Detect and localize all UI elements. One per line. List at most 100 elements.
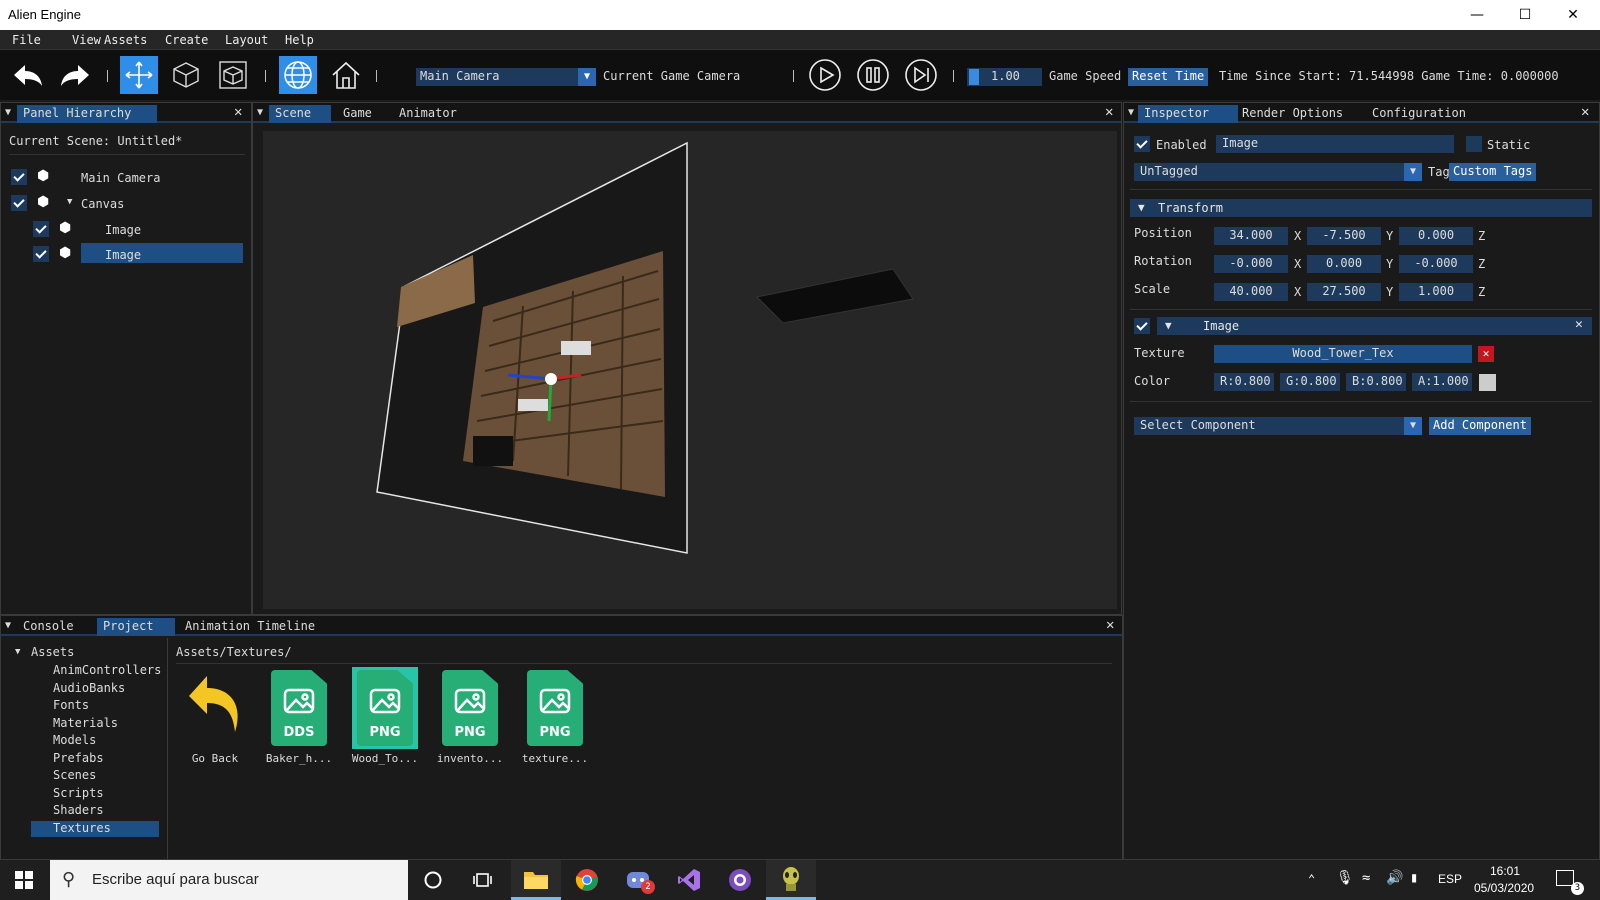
- tab-animation-timeline[interactable]: Animation Timeline: [179, 618, 321, 636]
- static-checkbox[interactable]: [1466, 136, 1482, 152]
- position-y-input[interactable]: -7.500: [1307, 227, 1381, 245]
- remove-component-icon[interactable]: ✕: [1575, 317, 1583, 332]
- close-icon[interactable]: ✕: [1105, 104, 1113, 120]
- hierarchy-item-selected[interactable]: Image: [105, 248, 141, 262]
- enable-checkbox[interactable]: [33, 221, 49, 237]
- folder-item[interactable]: AnimControllers: [53, 663, 161, 677]
- windows-start-icon[interactable]: [0, 860, 48, 900]
- home-icon[interactable]: [327, 56, 365, 94]
- show-hidden-icons-icon[interactable]: ⌃: [1308, 872, 1315, 886]
- close-icon[interactable]: ✕: [1106, 617, 1114, 633]
- position-z-input[interactable]: 0.000: [1399, 227, 1473, 245]
- rotation-z-input[interactable]: -0.000: [1399, 255, 1473, 273]
- alien-engine-icon[interactable]: [766, 860, 816, 900]
- go-back-item[interactable]: Go Back: [185, 670, 245, 765]
- folder-item[interactable]: Scripts: [53, 786, 104, 800]
- enable-checkbox[interactable]: [33, 246, 49, 262]
- language-indicator[interactable]: ESP: [1438, 872, 1462, 886]
- battery-icon[interactable]: ▮: [1410, 870, 1418, 886]
- clock-date[interactable]: 05/03/2020: [1474, 881, 1534, 895]
- microphone-icon[interactable]: 🎙: [1336, 870, 1354, 886]
- folder-item-selected[interactable]: Textures: [53, 821, 111, 835]
- custom-tags-button[interactable]: Custom Tags: [1449, 163, 1537, 181]
- menu-create[interactable]: Create: [165, 33, 208, 47]
- github-icon[interactable]: [715, 860, 765, 900]
- menu-help[interactable]: Help: [285, 33, 314, 47]
- image-component-header[interactable]: ▼ Image ✕: [1157, 317, 1592, 335]
- add-component-button[interactable]: Add Component: [1429, 417, 1531, 435]
- scale-y-input[interactable]: 27.500: [1307, 283, 1381, 301]
- enable-checkbox[interactable]: [11, 195, 27, 211]
- tab-console[interactable]: Console: [17, 618, 80, 636]
- tag-select[interactable]: UnTagged ▼: [1134, 163, 1422, 181]
- position-x-input[interactable]: 34.000: [1214, 227, 1288, 245]
- file-explorer-icon[interactable]: [511, 860, 561, 900]
- pause-icon[interactable]: [854, 56, 892, 94]
- scale-tool-icon[interactable]: [214, 56, 252, 94]
- hierarchy-item[interactable]: Canvas: [81, 197, 124, 211]
- minimize-button[interactable]: —: [1453, 0, 1501, 30]
- collapse-icon[interactable]: ▼: [1128, 107, 1134, 118]
- camera-combo[interactable]: Main Camera ▼: [416, 68, 596, 86]
- tab-panel-hierarchy[interactable]: Panel Hierarchy: [17, 105, 157, 123]
- asset-file-selected[interactable]: PNG Wood_To...: [352, 670, 418, 765]
- color-g-input[interactable]: G:0.800: [1280, 373, 1340, 391]
- color-swatch[interactable]: [1479, 374, 1496, 391]
- enabled-checkbox[interactable]: [1134, 136, 1150, 152]
- task-view-icon[interactable]: [458, 860, 508, 900]
- collapse-icon[interactable]: ▼: [257, 107, 263, 118]
- discord-icon[interactable]: 2: [613, 860, 663, 900]
- rotation-y-input[interactable]: 0.000: [1307, 255, 1381, 273]
- enable-checkbox[interactable]: [11, 169, 27, 185]
- scale-x-input[interactable]: 40.000: [1214, 283, 1288, 301]
- object-name-input[interactable]: Image: [1216, 135, 1454, 153]
- folder-item[interactable]: Models: [53, 733, 96, 747]
- menu-file[interactable]: File: [12, 33, 41, 47]
- asset-file[interactable]: DDS Baker_h...: [266, 670, 332, 765]
- volume-icon[interactable]: 🔊: [1386, 870, 1403, 886]
- hierarchy-item[interactable]: Main Camera: [81, 171, 160, 185]
- image-enable-checkbox[interactable]: [1134, 318, 1150, 334]
- texture-field[interactable]: Wood_Tower_Tex: [1214, 345, 1472, 363]
- tab-inspector[interactable]: Inspector: [1138, 105, 1238, 123]
- rotate-tool-icon[interactable]: [167, 56, 205, 94]
- menu-view[interactable]: View: [72, 33, 101, 47]
- move-tool-icon[interactable]: [120, 56, 158, 94]
- transform-header[interactable]: ▼ Transform: [1130, 199, 1592, 217]
- asset-file[interactable]: PNG invento...: [437, 670, 503, 765]
- expand-arrow-icon[interactable]: ▼: [67, 197, 72, 207]
- notifications-icon[interactable]: [1556, 870, 1574, 886]
- expand-arrow-icon[interactable]: ▼: [15, 647, 20, 657]
- tab-render-options[interactable]: Render Options: [1236, 105, 1349, 123]
- collapse-icon[interactable]: ▼: [5, 107, 11, 118]
- maximize-button[interactable]: ☐: [1501, 0, 1549, 30]
- rotation-x-input[interactable]: -0.000: [1214, 255, 1288, 273]
- cortana-icon[interactable]: [408, 860, 458, 900]
- redo-icon[interactable]: [56, 56, 94, 94]
- step-icon[interactable]: [902, 56, 940, 94]
- close-window-button[interactable]: ✕: [1549, 0, 1597, 30]
- select-component-dropdown[interactable]: Select Component ▼: [1134, 417, 1422, 435]
- game-speed-slider[interactable]: 1.00: [967, 68, 1042, 86]
- menu-assets[interactable]: Assets: [104, 33, 147, 47]
- folder-item[interactable]: AudioBanks: [53, 681, 125, 695]
- folder-item[interactable]: Fonts: [53, 698, 89, 712]
- collapse-icon[interactable]: ▼: [5, 620, 11, 631]
- tab-game[interactable]: Game: [337, 105, 378, 123]
- tab-animator[interactable]: Animator: [393, 105, 463, 123]
- reset-time-button[interactable]: Reset Time: [1128, 68, 1209, 86]
- close-icon[interactable]: ✕: [234, 104, 242, 120]
- color-b-input[interactable]: B:0.800: [1346, 373, 1406, 391]
- world-space-icon[interactable]: [279, 56, 317, 94]
- tab-scene[interactable]: Scene: [269, 105, 331, 123]
- clear-texture-icon[interactable]: ✕: [1478, 346, 1494, 362]
- tab-project[interactable]: Project: [97, 618, 175, 636]
- menu-layout[interactable]: Layout: [225, 33, 268, 47]
- assets-root[interactable]: Assets: [31, 645, 74, 659]
- folder-item[interactable]: Prefabs: [53, 751, 104, 765]
- play-icon[interactable]: [806, 56, 844, 94]
- undo-icon[interactable]: [9, 56, 47, 94]
- tab-configuration[interactable]: Configuration: [1366, 105, 1472, 123]
- color-r-input[interactable]: R:0.800: [1214, 373, 1274, 391]
- hierarchy-item[interactable]: Image: [105, 223, 141, 237]
